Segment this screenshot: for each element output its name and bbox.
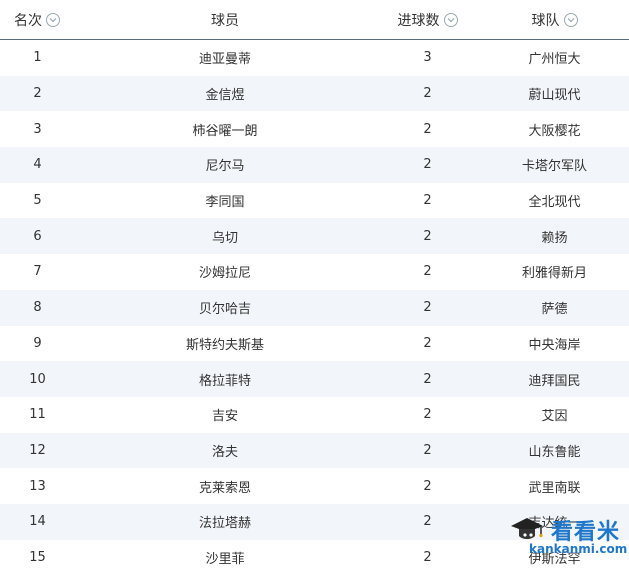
- rank-cell: 4: [33, 157, 42, 173]
- scorers-table: 名次 球员 进球数 球队 1 迪亚曼蒂 3 广州恒大 2 金信煜 2 蔚山现代 …: [0, 0, 629, 568]
- table-row: 2 金信煜 2 蔚山现代: [0, 75, 629, 112]
- goals-cell: 2: [423, 193, 432, 209]
- goals-cell: 2: [423, 264, 432, 280]
- rank-cell: 2: [33, 86, 42, 102]
- player-cell: 沙姆拉尼: [198, 266, 251, 282]
- rank-cell: 8: [33, 300, 42, 316]
- header-goals-label: 进球数: [397, 12, 440, 29]
- goals-cell: 2: [423, 121, 432, 137]
- rank-cell: 14: [29, 514, 46, 530]
- header-player-label: 球员: [211, 12, 239, 29]
- table-row: 3 柿谷曜一朗 2 大阪樱花: [0, 111, 629, 147]
- team-cell: 全北现代: [528, 195, 581, 211]
- rank-cell: 13: [29, 478, 46, 494]
- player-cell: 迪亚曼蒂: [198, 52, 251, 68]
- sort-chevron-icon[interactable]: [563, 12, 578, 27]
- header-goals[interactable]: 进球数: [375, 10, 480, 30]
- sort-chevron-icon[interactable]: [443, 12, 458, 27]
- table-row: 12 洛夫 2 山东鲁能: [0, 432, 629, 469]
- table-row: 5 李同国 2 全北现代: [0, 183, 629, 219]
- team-cell: 大阪樱花: [528, 123, 581, 139]
- table-header: 名次 球员 进球数 球队: [0, 0, 629, 40]
- header-rank[interactable]: 名次: [0, 10, 75, 30]
- team-cell: 武里南联: [528, 480, 581, 496]
- table-row: 6 乌切 2 赖扬: [0, 218, 629, 255]
- player-cell: 沙里菲: [205, 551, 245, 567]
- table-row: 10 格拉菲特 2 迪拜国民: [0, 361, 629, 397]
- goals-cell: 2: [423, 335, 432, 351]
- sort-chevron-icon[interactable]: [46, 12, 60, 27]
- goals-cell: 2: [423, 478, 432, 494]
- table-row: 4 尼尔马 2 卡塔尔军队: [0, 147, 629, 183]
- goals-cell: 2: [423, 371, 432, 387]
- team-cell: 迪拜国民: [528, 373, 581, 389]
- player-cell: 克莱索恩: [198, 480, 251, 496]
- header-rank-label: 名次: [14, 12, 42, 29]
- player-cell: 洛夫: [211, 444, 238, 460]
- player-cell: 金信煜: [205, 88, 245, 104]
- table-row: 7 沙姆拉尼 2 利雅得新月: [0, 254, 629, 290]
- goals-cell: 2: [423, 442, 432, 458]
- rank-cell: 15: [29, 549, 46, 565]
- team-cell: 广州恒大: [528, 52, 581, 68]
- table-row: 13 克莱索恩 2 武里南联: [0, 468, 629, 504]
- goals-cell: 2: [423, 407, 432, 423]
- goals-cell: 2: [423, 514, 432, 530]
- rank-cell: 5: [33, 193, 42, 209]
- player-cell: 法拉塔赫: [198, 516, 251, 532]
- rank-cell: 6: [33, 228, 42, 244]
- player-cell: 李同国: [205, 195, 245, 211]
- team-cell: 赖扬: [541, 230, 568, 246]
- team-cell: 利雅得新月: [521, 266, 587, 282]
- player-cell: 斯特约夫斯基: [185, 337, 264, 353]
- team-cell: 山东鲁能: [528, 444, 581, 460]
- rank-cell: 12: [29, 442, 46, 458]
- player-cell: 贝尔哈吉: [198, 302, 251, 318]
- player-cell: 乌切: [211, 230, 238, 246]
- table-row: 1 迪亚曼蒂 3 广州恒大: [0, 40, 629, 76]
- table-row: 9 斯特约夫斯基 2 中央海岸: [0, 326, 629, 362]
- team-cell: 艾因: [541, 409, 568, 425]
- rank-cell: 9: [33, 335, 42, 351]
- table-row: 8 贝尔哈吉 2 萨德: [0, 289, 629, 326]
- goals-cell: 2: [423, 157, 432, 173]
- table-row: 11 吉安 2 艾因: [0, 397, 629, 433]
- player-cell: 尼尔马: [205, 159, 245, 175]
- player-cell: 格拉菲特: [198, 373, 251, 389]
- rank-cell: 1: [33, 50, 42, 66]
- rank-cell: 11: [29, 407, 46, 423]
- header-player: 球员: [75, 10, 375, 30]
- player-cell: 柿谷曜一朗: [192, 123, 258, 139]
- goals-cell: 2: [423, 549, 432, 565]
- team-cell: 蔚山现代: [528, 88, 581, 104]
- goals-cell: 2: [423, 86, 432, 102]
- rank-cell: 10: [29, 371, 46, 387]
- team-cell: 萨德: [541, 302, 568, 318]
- rank-cell: 7: [33, 264, 42, 280]
- watermark: 看看米 kankanmi.com: [505, 512, 628, 562]
- header-team[interactable]: 球队: [480, 10, 629, 30]
- goals-cell: 2: [423, 228, 432, 244]
- team-cell: 中央海岸: [528, 337, 581, 353]
- goals-cell: 3: [423, 50, 432, 66]
- header-team-label: 球队: [531, 12, 560, 29]
- goals-cell: 2: [423, 300, 432, 316]
- team-cell: 卡塔尔军队: [521, 159, 587, 175]
- rank-cell: 3: [33, 121, 42, 137]
- player-cell: 吉安: [211, 409, 238, 425]
- watermark-url: kankanmi.com: [529, 542, 628, 556]
